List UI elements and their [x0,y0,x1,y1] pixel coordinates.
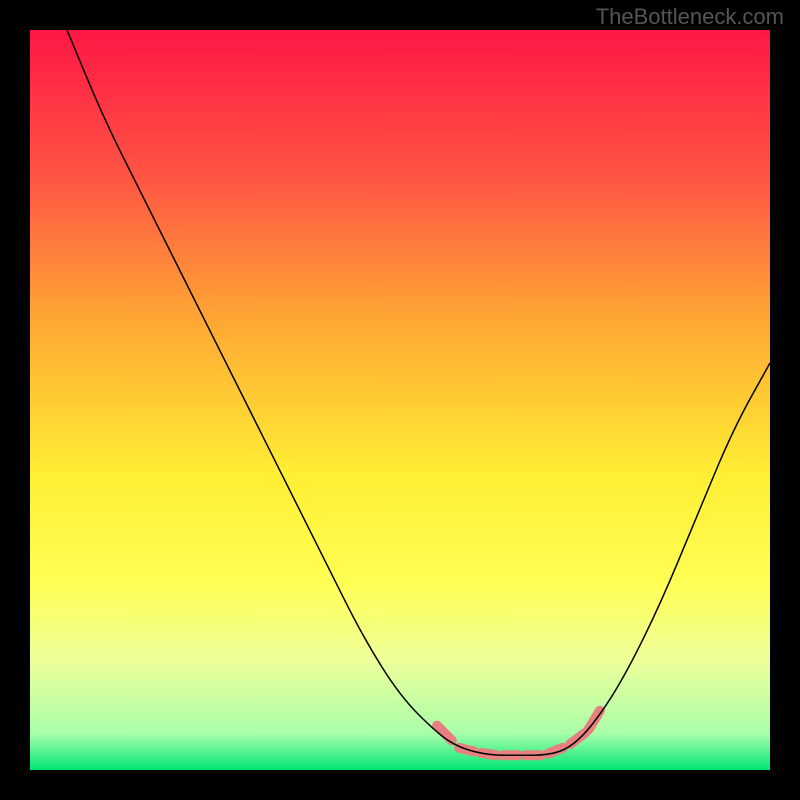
chart-svg [30,30,770,770]
bottleneck-chart [30,30,770,770]
gradient-background [30,30,770,770]
watermark-text: TheBottleneck.com [596,4,784,30]
